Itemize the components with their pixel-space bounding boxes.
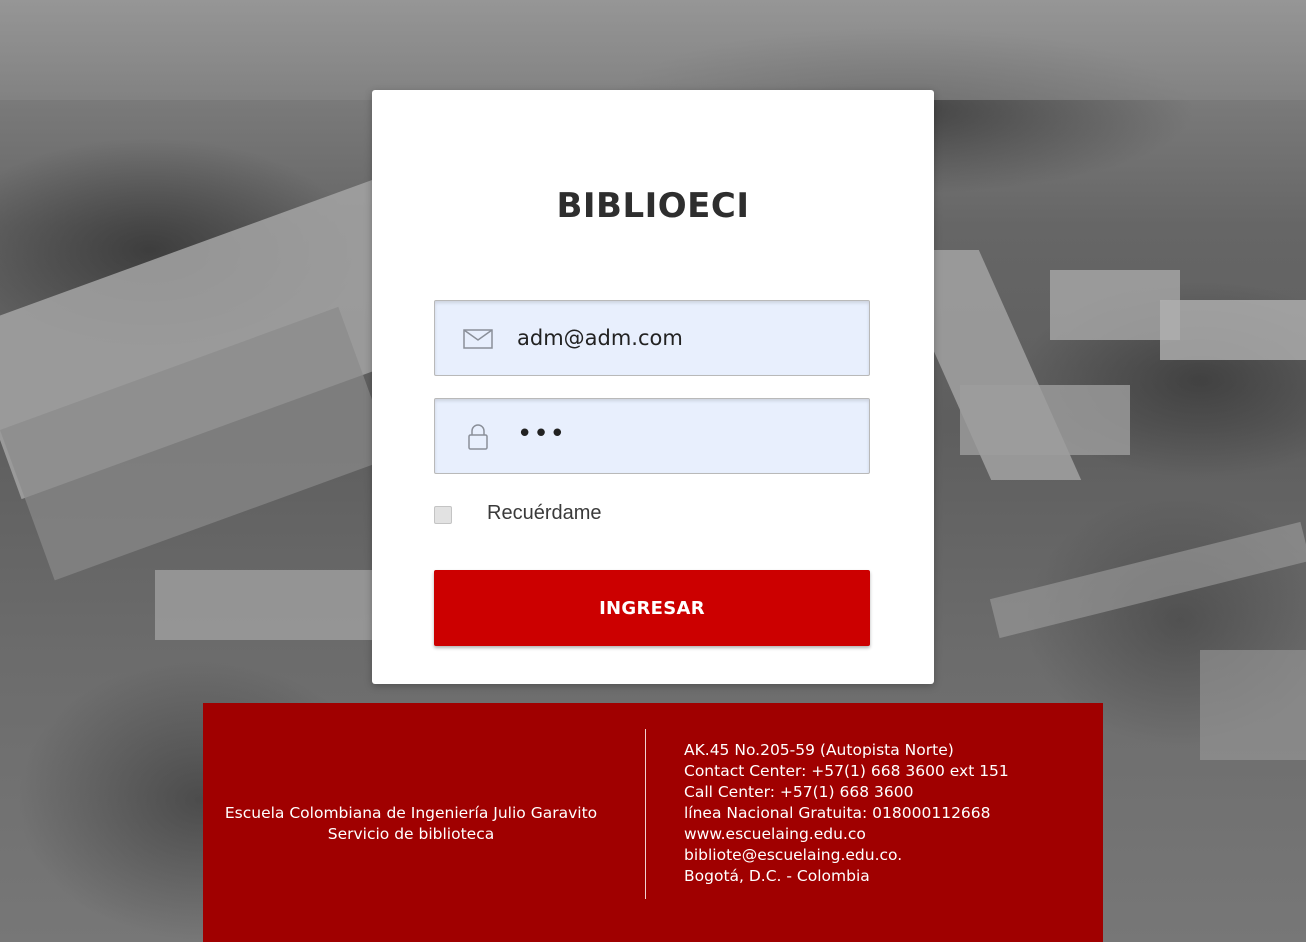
app-title: BIBLIOECI [556,186,750,226]
footer-toll-free: línea Nacional Gratuita: 018000112668 [684,804,991,822]
footer-contact-center: Contact Center: +57(1) 668 3600 ext 151 [684,762,1009,780]
remember-me: Recuérdame [434,500,602,526]
footer-service-name: Servicio de biblioteca [327,825,495,843]
footer-city: Bogotá, D.C. - Colombia [684,867,870,885]
remember-label[interactable]: Recuérdame [487,502,602,525]
footer-institution: Escuela Colombiana de Ingeniería Julio G… [203,803,619,845]
remember-checkbox[interactable] [434,505,452,524]
email-field[interactable]: adm@adm.com [434,300,870,376]
login-card: BIBLIOECI adm@adm.com ••• Recuérdame ING… [372,90,934,684]
password-value: ••• [517,419,567,449]
footer-contact: AK.45 No.205-59 (Autopista Norte) Contac… [684,740,1009,887]
login-button[interactable]: INGRESAR [434,570,870,646]
footer-call-center: Call Center: +57(1) 668 3600 [684,783,914,801]
footer-institution-name: Escuela Colombiana de Ingeniería Julio G… [224,804,598,822]
footer-email: bibliote@escuelaing.edu.co. [684,846,903,864]
footer-address: AK.45 No.205-59 (Autopista Norte) [684,741,954,759]
footer-website: www.escuelaing.edu.co [684,825,866,843]
password-field[interactable]: ••• [434,398,870,474]
lock-icon [463,423,493,451]
footer: Escuela Colombiana de Ingeniería Julio G… [203,703,1103,942]
email-value: adm@adm.com [517,326,683,350]
footer-divider [645,729,646,899]
envelope-icon [463,325,493,353]
